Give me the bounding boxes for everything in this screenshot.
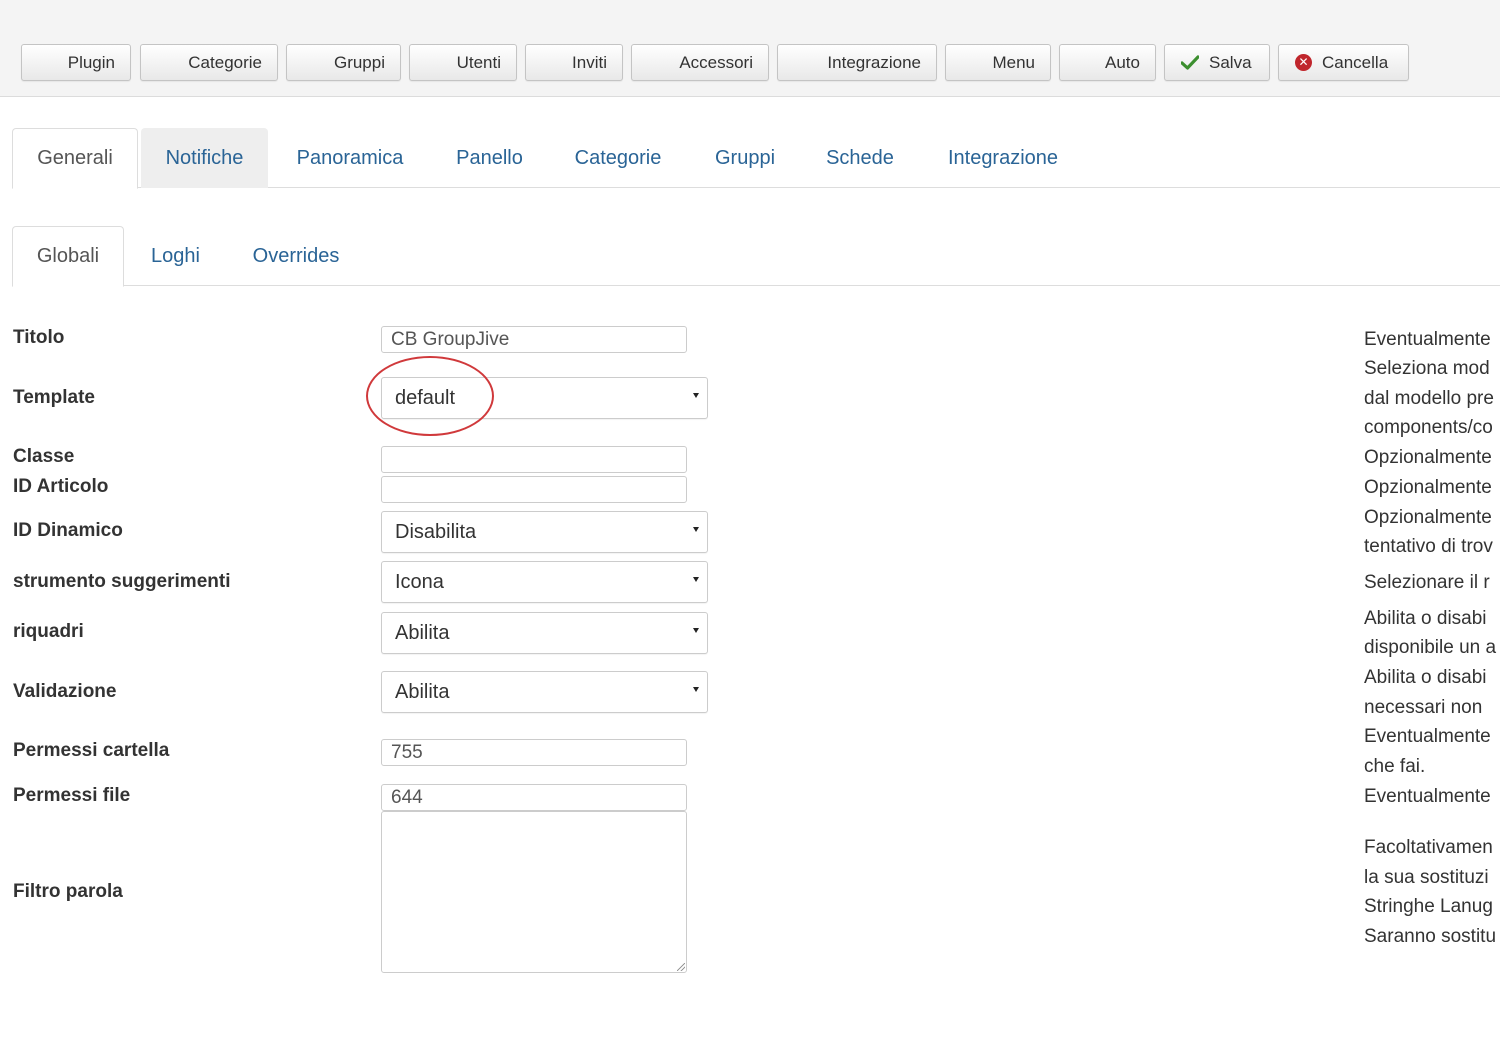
permessi-file-input[interactable]: 644: [381, 784, 687, 811]
descriptions-column: Eventualmente Seleziona mod dal modello …: [1364, 325, 1500, 965]
classe-input[interactable]: [381, 446, 687, 473]
desc-line: Opzionalmente: [1364, 507, 1492, 528]
desc-line: Selezionare il r: [1364, 572, 1490, 593]
tab-notifiche[interactable]: Notifiche: [141, 128, 268, 188]
main-tabs: Generali Notifiche Panoramica Panello Ca…: [12, 128, 1500, 189]
id-dinamico-label: ID Dinamico: [13, 520, 123, 541]
validazione-label: Validazione: [13, 681, 117, 702]
cancel-circle-icon: ✕: [1295, 54, 1312, 71]
desc-line: Eventualmente: [1364, 329, 1491, 350]
resize-handle-icon[interactable]: [677, 963, 685, 971]
caret-down-icon: [693, 628, 699, 633]
tab-gruppi[interactable]: Gruppi: [695, 128, 795, 189]
id-dinamico-select[interactable]: Disabilita: [381, 511, 708, 553]
cancel-label: Cancella: [1322, 52, 1389, 72]
desc-line: Opzionalmente: [1364, 447, 1492, 468]
caret-down-icon: [693, 687, 699, 692]
auto-button[interactable]: Auto: [1059, 44, 1156, 81]
desc-line: Saranno sostitu: [1364, 926, 1497, 947]
desc-line: dal modello pre: [1364, 388, 1494, 409]
desc-line: Stringhe Lanug: [1364, 896, 1493, 917]
categorie-button[interactable]: Categorie: [140, 44, 278, 81]
desc-line: Seleziona mod: [1364, 358, 1490, 379]
desc-line: components/co: [1364, 417, 1493, 438]
integrazione-button[interactable]: Integrazione: [777, 44, 937, 81]
sub-tabs: Globali Loghi Overrides: [12, 226, 1500, 287]
titolo-input[interactable]: CB GroupJive: [381, 326, 687, 353]
save-button[interactable]: Salva: [1164, 44, 1270, 81]
suggerimenti-select[interactable]: Icona: [381, 561, 708, 603]
filtro-parola-label: Filtro parola: [13, 881, 123, 902]
annotation-circle: [366, 356, 494, 436]
menu-button[interactable]: Menu: [945, 44, 1051, 81]
tab-schede[interactable]: Schede: [808, 128, 912, 189]
riquadri-select[interactable]: Abilita: [381, 612, 708, 654]
desc-line: che fai.: [1364, 756, 1426, 777]
gruppi-button[interactable]: Gruppi: [286, 44, 401, 81]
desc-line: Eventualmente: [1364, 726, 1491, 747]
desc-line: Abilita o disabi: [1364, 667, 1487, 688]
toolbar: Plugin Categorie Gruppi Utenti Inviti Ac…: [0, 0, 1500, 97]
desc-line: Facoltativamen: [1364, 837, 1493, 858]
riquadri-label: riquadri: [13, 621, 84, 642]
plugin-button[interactable]: Plugin: [21, 44, 131, 81]
desc-line: disponibile un a: [1364, 637, 1497, 658]
caret-down-icon: [693, 527, 699, 532]
riquadri-value: Abilita: [395, 621, 450, 644]
utenti-button[interactable]: Utenti: [409, 44, 517, 81]
desc-line: Eventualmente: [1364, 786, 1491, 807]
suggerimenti-value: Icona: [395, 570, 444, 593]
save-label: Salva: [1209, 52, 1252, 72]
tab-overrides[interactable]: Overrides: [237, 226, 355, 287]
tab-panello[interactable]: Panello: [437, 128, 542, 189]
suggerimenti-label: strumento suggerimenti: [13, 571, 231, 592]
tab-panoramica[interactable]: Panoramica: [280, 128, 420, 189]
classe-label: Classe: [13, 446, 75, 467]
accessori-button[interactable]: Accessori: [631, 44, 769, 81]
cancel-button[interactable]: ✕ Cancella: [1278, 44, 1409, 81]
permessi-file-label: Permessi file: [13, 785, 131, 806]
check-icon: [1181, 55, 1199, 70]
permessi-cartella-label: Permessi cartella: [13, 740, 170, 761]
tab-integrazione[interactable]: Integrazione: [929, 128, 1077, 189]
validazione-select[interactable]: Abilita: [381, 671, 708, 713]
id-dinamico-value: Disabilita: [395, 520, 477, 543]
desc-line: tentativo di trov: [1364, 536, 1493, 557]
tab-generali[interactable]: Generali: [12, 128, 138, 189]
desc-line: necessari non: [1364, 697, 1483, 718]
filtro-parola-textarea[interactable]: [381, 811, 687, 973]
caret-down-icon: [693, 577, 699, 582]
validazione-value: Abilita: [395, 680, 450, 703]
desc-line: Abilita o disabi: [1364, 608, 1487, 629]
desc-line: la sua sostituzi: [1364, 867, 1489, 888]
titolo-label: Titolo: [13, 327, 65, 348]
permessi-cartella-input[interactable]: 755: [381, 739, 687, 766]
inviti-button[interactable]: Inviti: [525, 44, 623, 81]
tab-categorie[interactable]: Categorie: [557, 128, 679, 189]
desc-line: Opzionalmente: [1364, 477, 1492, 498]
tab-loghi[interactable]: Loghi: [138, 226, 213, 287]
tab-globali[interactable]: Globali: [12, 226, 124, 287]
template-label: Template: [13, 387, 96, 408]
id-articolo-label: ID Articolo: [13, 476, 109, 497]
id-articolo-input[interactable]: [381, 476, 687, 503]
caret-down-icon: [693, 393, 699, 398]
